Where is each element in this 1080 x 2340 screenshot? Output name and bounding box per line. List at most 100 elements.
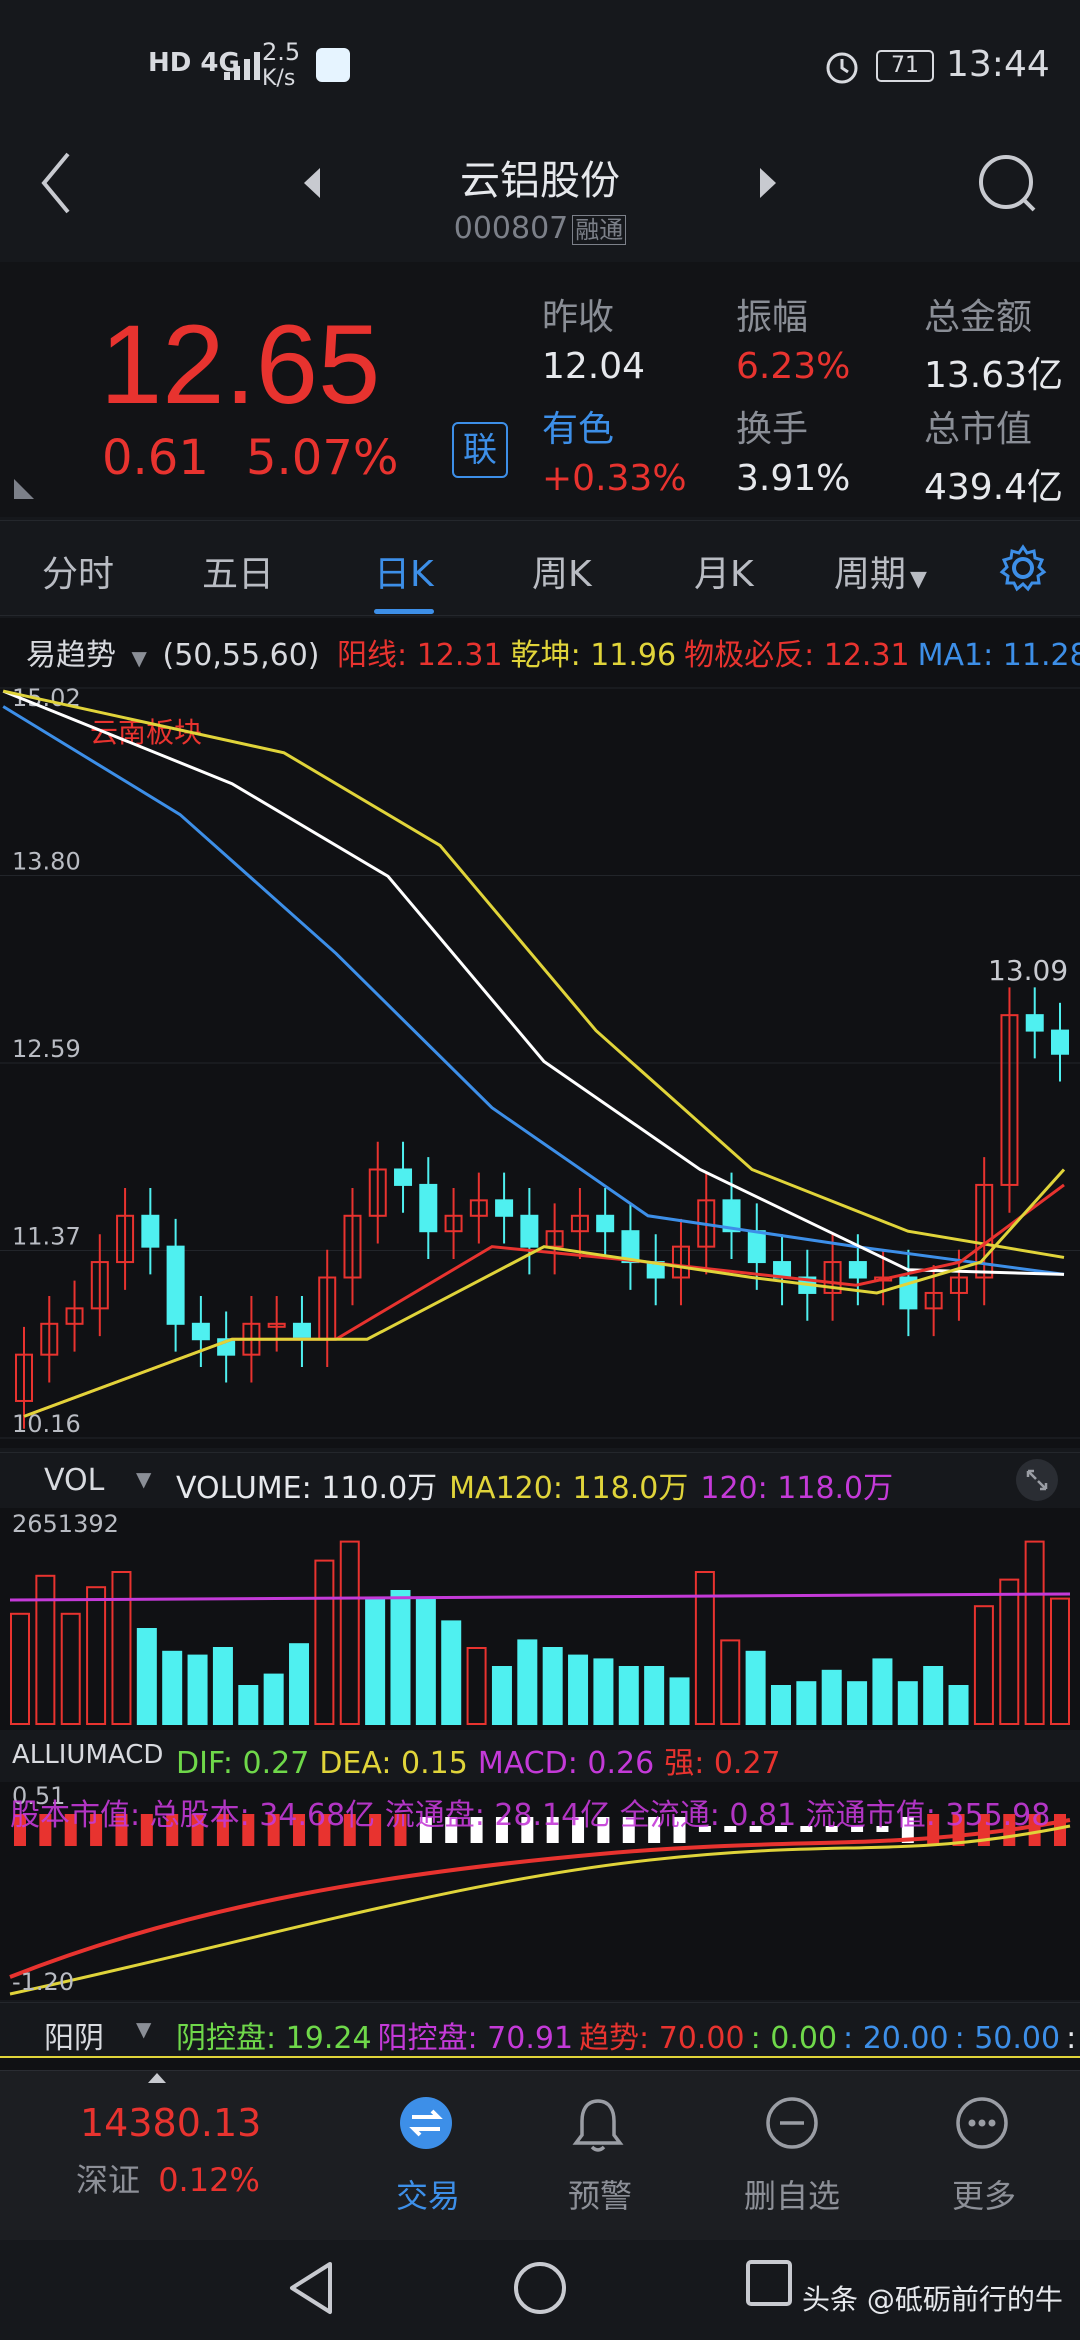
volume-bar bbox=[441, 1620, 462, 1725]
home-circle-icon[interactable] bbox=[512, 2260, 568, 2316]
tab-daily-k[interactable]: 日K bbox=[374, 545, 434, 597]
legend-item: DEA: 0.15 bbox=[319, 1746, 468, 1781]
quote-panel: 12.65 0.61 5.07% 联 昨收 12.04 振幅 6.23% 总金额 13.6… bbox=[0, 262, 1080, 517]
volume-bar bbox=[720, 1639, 741, 1725]
volume-bar bbox=[745, 1650, 766, 1725]
candle-body bbox=[747, 1230, 766, 1264]
recents-square-icon[interactable] bbox=[744, 2258, 794, 2308]
nav-more-label: 更多 bbox=[951, 2177, 1016, 2215]
capital-info-overlay: 股本市值: 总股本: 34.68亿 流通盘: 28.14亿 全流通: 0.81 … bbox=[10, 1798, 1051, 1833]
volume-bar bbox=[847, 1681, 868, 1725]
nav-remove-watchlist[interactable]: 删自选 bbox=[702, 2089, 882, 2229]
kline-chart[interactable]: 15.0213.8012.5911.3710.16云南板块13.09 bbox=[0, 678, 1080, 1448]
stat-value: 12.04 bbox=[542, 346, 646, 387]
volume-bar bbox=[897, 1681, 918, 1725]
search-icon[interactable] bbox=[976, 152, 1040, 216]
tab-five-day[interactable]: 五日 bbox=[202, 545, 274, 597]
tab-weekly-k[interactable]: 周K bbox=[532, 545, 592, 597]
index-value[interactable]: 14380.13 bbox=[80, 2101, 261, 2145]
volume-legend-row: VOL ▼ VOLUME: 110.0万 MA120: 118.0万 120: 11… bbox=[0, 1452, 1080, 1508]
settings-gear-icon[interactable] bbox=[998, 543, 1048, 593]
back-triangle-icon[interactable] bbox=[284, 2258, 338, 2318]
volume-panel[interactable]: 2651392 bbox=[0, 1508, 1080, 1730]
macd-panel[interactable]: 0.51 股本市值: 总股本: 34.68亿 流通盘: 28.14亿 全流通: … bbox=[0, 1782, 1080, 2000]
stock-name: 云铝股份 bbox=[460, 158, 620, 204]
chevron-down-icon[interactable]: ▼ bbox=[136, 1467, 151, 1491]
stock-code: 000807 bbox=[453, 211, 569, 246]
yellow-ma-line bbox=[2, 689, 1065, 1259]
kline-chart-panel[interactable]: 易趋势 ▼ (50,55,60) 阳线: 12.31 乾坤: 11.96 物极必反:… bbox=[0, 618, 1080, 1448]
stock-code-row: 000807 融通 bbox=[0, 210, 1080, 246]
volume-bar bbox=[339, 1540, 360, 1725]
legend-item: 趋势: 70.00 bbox=[579, 2021, 745, 2056]
legend-item: 阳线: 12.31 bbox=[337, 638, 503, 673]
current-price: 12.65 bbox=[100, 302, 381, 427]
volume-bar bbox=[415, 1597, 436, 1725]
nav-alert-label: 预警 bbox=[567, 2177, 632, 2215]
fullscreen-icon[interactable] bbox=[1014, 1457, 1060, 1503]
stat-value: 13.63亿 bbox=[924, 355, 1064, 396]
volume-bar bbox=[491, 1666, 512, 1725]
candle-body bbox=[848, 1261, 867, 1279]
yinyang-indicator-name[interactable]: 阳阴 bbox=[44, 2013, 104, 2057]
volume-bar bbox=[60, 1612, 81, 1725]
stat-value: +0.33% bbox=[542, 458, 687, 499]
volume-bar bbox=[136, 1628, 157, 1725]
tab-intraday[interactable]: 分时 bbox=[42, 545, 114, 597]
macd-indicator-name[interactable]: ALLIUMACD bbox=[12, 1740, 163, 1770]
chevron-down-icon[interactable]: ▼ bbox=[136, 2017, 151, 2041]
stat-value: 439.4亿 bbox=[924, 467, 1064, 508]
volume-bar bbox=[973, 1605, 994, 1725]
watermark: 头条 @砥砺前行的牛 bbox=[802, 2283, 1063, 2316]
corner-expand-icon[interactable] bbox=[12, 477, 36, 501]
volume-bar bbox=[10, 1612, 30, 1725]
nav-more[interactable]: 更多 bbox=[894, 2089, 1074, 2229]
active-tab-indicator bbox=[374, 609, 434, 614]
legend-item: 乾坤: 11.96 bbox=[510, 638, 677, 673]
index-info[interactable]: 深证 0.12% bbox=[76, 2155, 260, 2201]
index-change: 0.12% bbox=[158, 2161, 260, 2199]
nav-alert[interactable]: 预警 bbox=[510, 2089, 690, 2229]
system-nav-bar: 头条 @砥砺前行的牛 bbox=[0, 2240, 1080, 2340]
next-stock-icon[interactable] bbox=[756, 166, 780, 200]
volume-bar bbox=[644, 1666, 665, 1725]
legend-item: 强: 0.27 bbox=[664, 1746, 781, 1781]
volume-ma-line bbox=[9, 1592, 1071, 1602]
stat-value: 6.23% bbox=[736, 346, 851, 387]
tab-monthly-k[interactable]: 月K bbox=[694, 545, 754, 597]
legend-item: 物极必反: 12.31 bbox=[684, 638, 910, 673]
kline-indicator-legend[interactable]: 易趋势 ▼ (50,55,60) 阳线: 12.31 乾坤: 11.96 物极必反:… bbox=[26, 630, 1080, 674]
link-button[interactable]: 联 bbox=[452, 422, 508, 478]
white-ma-line bbox=[2, 689, 1065, 1276]
volume-bar bbox=[796, 1681, 817, 1725]
volume-bar bbox=[162, 1650, 183, 1725]
stat-value: 3.91% bbox=[736, 458, 851, 499]
yinyang-panel bbox=[0, 2056, 1080, 2070]
volume-bar bbox=[263, 1673, 284, 1726]
high-marker: 13.09 bbox=[988, 954, 1068, 987]
macd-legend-row: ALLIUMACD DIF: 0.27 DEA: 0.15 MACD: 0.26 强:… bbox=[0, 1730, 1080, 1782]
price-change: 0.61 bbox=[102, 430, 209, 486]
tab-period-dropdown[interactable]: 周期 ▼ bbox=[834, 545, 927, 597]
stat-label: 昨收 bbox=[542, 297, 615, 338]
legend-item: 120: 118.0万 bbox=[700, 1471, 894, 1506]
clock: 13:44 bbox=[946, 44, 1050, 85]
volume-bar bbox=[948, 1685, 969, 1725]
candle-body bbox=[596, 1214, 615, 1233]
legend-item: : 20.00 bbox=[843, 2021, 949, 2056]
stat-label: 振幅 bbox=[736, 297, 809, 338]
volume-bar bbox=[212, 1647, 233, 1725]
volume-indicator-name[interactable]: VOL bbox=[44, 1463, 104, 1498]
speed-unit: K/s bbox=[262, 66, 296, 91]
candle-body bbox=[1025, 1014, 1044, 1032]
index-name: 深证 bbox=[76, 2161, 141, 2199]
nav-remove-watchlist-label: 删自选 bbox=[743, 2177, 840, 2215]
volume-chart[interactable] bbox=[0, 1508, 1080, 1730]
volume-bar bbox=[1050, 1597, 1070, 1725]
nav-trade-label: 交易 bbox=[395, 2177, 460, 2215]
period-label: 周期 bbox=[834, 554, 907, 595]
stat-label: 换手 bbox=[736, 409, 809, 450]
nav-trade[interactable]: 交易 bbox=[338, 2089, 518, 2229]
speed-value: 2.5 bbox=[262, 38, 301, 66]
candle-body bbox=[520, 1214, 539, 1248]
